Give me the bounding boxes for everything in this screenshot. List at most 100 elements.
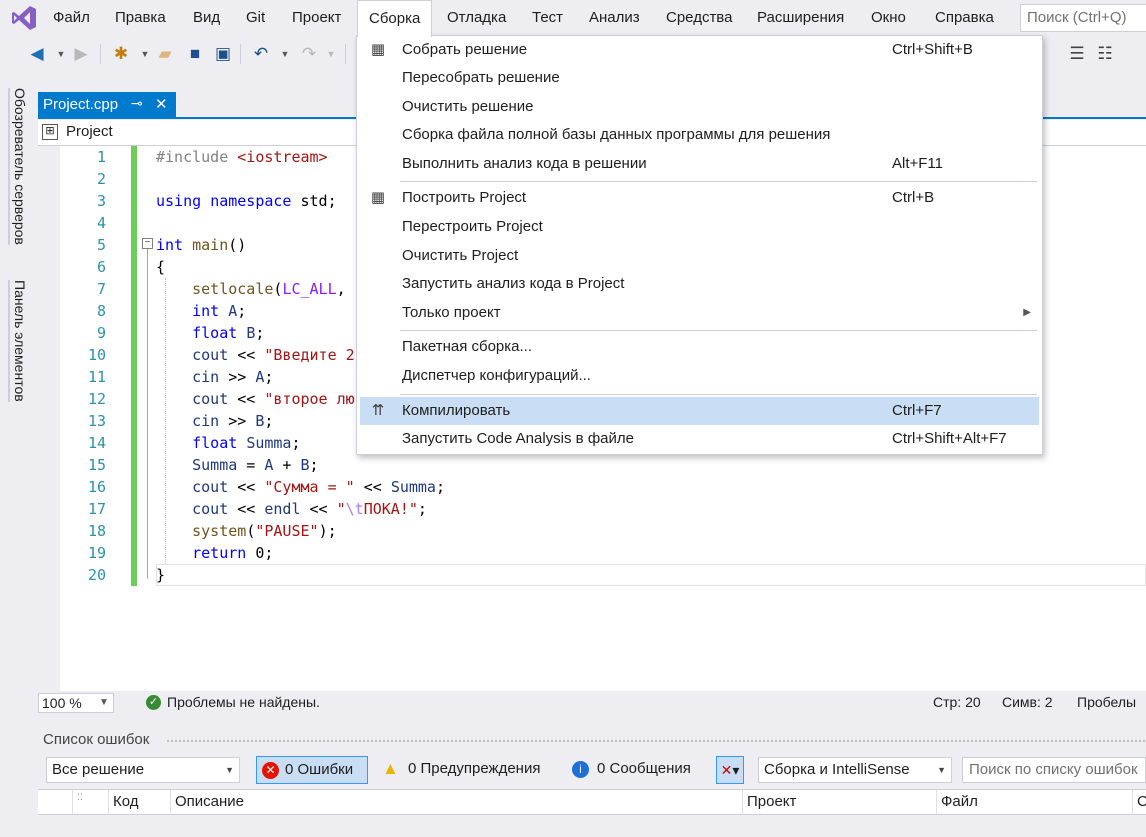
- build-project-icon: ▦: [370, 189, 386, 207]
- save-icon[interactable]: ■: [184, 42, 206, 66]
- menu-separator: [400, 330, 1037, 332]
- toolbox-tab[interactable]: Панель элементов: [8, 280, 28, 402]
- code-line[interactable]: float B;: [156, 322, 264, 344]
- menu-debug[interactable]: Отладка: [447, 0, 506, 36]
- menu-help[interactable]: Справка: [935, 0, 994, 36]
- warnings-count: 0 Предупреждения: [408, 760, 541, 777]
- issues-status[interactable]: Проблемы не найдены.: [167, 694, 320, 710]
- undo-dropdown-icon[interactable]: ▼: [274, 42, 296, 66]
- code-line[interactable]: using namespace std;: [156, 190, 337, 212]
- menu-project[interactable]: Проект: [292, 0, 341, 36]
- build-menu-item[interactable]: ▦ Построить Project Ctrl+B: [360, 184, 1039, 212]
- menu-analyze[interactable]: Анализ: [589, 0, 640, 36]
- uncomment-lines-icon[interactable]: ☷: [1094, 42, 1116, 66]
- visual-studio-logo-icon[interactable]: [10, 4, 38, 32]
- code-line[interactable]: cout << "Введите 2: [156, 344, 355, 366]
- column-more[interactable]: С: [1132, 790, 1146, 814]
- code-line[interactable]: int A;: [156, 300, 246, 322]
- redo-dropdown-icon[interactable]: ▼: [320, 42, 342, 66]
- menu-build[interactable]: Сборка: [357, 0, 433, 37]
- menu-extensions[interactable]: Расширения: [757, 0, 844, 36]
- compile-icon: ⇈: [371, 401, 385, 419]
- close-icon[interactable]: ✕: [155, 95, 168, 113]
- code-line[interactable]: return 0;: [156, 542, 273, 564]
- code-line[interactable]: #include <iostream>: [156, 146, 328, 168]
- error-search-input[interactable]: Поиск по списку ошибок: [962, 757, 1146, 783]
- line-number: 5: [96, 236, 106, 254]
- build-menu-item[interactable]: Запустить анализ кода в Project: [360, 270, 1039, 298]
- save-all-icon[interactable]: ▣: [212, 42, 234, 66]
- code-line[interactable]: cout << "второе лю: [156, 388, 355, 410]
- build-menu-item[interactable]: Очистить Project: [360, 242, 1039, 270]
- server-explorer-tab[interactable]: Обозреватель серверов: [8, 88, 28, 245]
- errors-filter-button[interactable]: ✕ 0 Ошибки: [256, 756, 368, 784]
- line-number: 16: [87, 478, 106, 496]
- build-menu-item[interactable]: Перестроить Project: [360, 213, 1039, 241]
- forward-icon[interactable]: ▶: [70, 42, 92, 66]
- code-line[interactable]: cin >> B;: [156, 410, 273, 432]
- error-icon: ✕: [262, 762, 279, 779]
- code-line[interactable]: setlocale(LC_ALL,: [156, 278, 346, 300]
- build-menu-item[interactable]: Очистить решение: [360, 93, 1039, 121]
- line-number: 3: [96, 192, 106, 210]
- project-scope-dropdown[interactable]: Project: [66, 123, 113, 140]
- code-line[interactable]: cout << "Сумма = " << Summa;: [156, 476, 445, 498]
- code-line[interactable]: }: [156, 564, 165, 586]
- code-line[interactable]: {: [156, 256, 165, 278]
- menu-file[interactable]: Файл: [53, 0, 90, 36]
- messages-filter-button[interactable]: i 0 Сообщения: [572, 756, 702, 784]
- menu-test[interactable]: Тест: [532, 0, 563, 36]
- redo-icon[interactable]: ↷: [298, 42, 320, 66]
- new-item-icon[interactable]: ✱: [110, 42, 132, 66]
- menu-item-label: Запустить анализ кода в Project: [402, 275, 625, 293]
- menu-edit[interactable]: Правка: [115, 0, 166, 36]
- code-line[interactable]: cout << endl << "\tПОКА!";: [156, 498, 427, 520]
- open-folder-icon[interactable]: ▰: [154, 42, 176, 66]
- undo-icon[interactable]: ↶: [250, 42, 272, 66]
- pin-icon[interactable]: ⊸: [131, 95, 143, 112]
- source-dropdown[interactable]: Сборка и IntelliSense ▼: [758, 757, 952, 783]
- code-line[interactable]: int main(): [156, 234, 246, 256]
- build-menu-item[interactable]: ⇈ Компилировать Ctrl+F7: [360, 396, 1039, 425]
- build-menu-item[interactable]: Сборка файла полной базы данных программ…: [360, 121, 1039, 149]
- zoom-dropdown[interactable]: 100 % ▼: [38, 693, 114, 713]
- menu-item-label: Запустить Code Analysis в файле: [402, 430, 634, 448]
- menu-tools[interactable]: Средства: [666, 0, 732, 36]
- comment-lines-icon[interactable]: ☰: [1066, 42, 1088, 66]
- filter-icon[interactable]: ✕▾: [716, 756, 744, 784]
- global-search-input[interactable]: Поиск (Ctrl+Q): [1020, 4, 1146, 32]
- code-line[interactable]: system("PAUSE");: [156, 520, 337, 542]
- messages-count: 0 Сообщения: [597, 760, 691, 777]
- line-number: 17: [87, 500, 106, 518]
- column-file[interactable]: Файл: [936, 790, 1132, 814]
- menu-view[interactable]: Вид: [193, 0, 220, 36]
- menu-window[interactable]: Окно: [871, 0, 906, 36]
- error-table-header: ⁚⁚ Код Описание Проект Файл С: [38, 789, 1146, 815]
- build-menu-item[interactable]: Диспетчер конфигураций...: [360, 362, 1039, 390]
- back-dropdown-icon[interactable]: ▼: [50, 42, 72, 66]
- document-tab[interactable]: Project.cpp ⊸ ✕: [38, 92, 176, 118]
- build-menu-item[interactable]: Запустить Code Analysis в файле Ctrl+Shif…: [360, 425, 1039, 453]
- build-menu-item[interactable]: ▦ Собрать решение Ctrl+Shift+B: [360, 36, 1039, 64]
- collapse-icon[interactable]: −: [142, 238, 153, 249]
- new-dropdown-icon[interactable]: ▼: [134, 42, 156, 66]
- build-menu-item[interactable]: Пакетная сборка...: [360, 333, 1039, 361]
- build-menu-item[interactable]: Пересобрать решение: [360, 64, 1039, 92]
- code-line[interactable]: cin >> A;: [156, 366, 273, 388]
- menu-item-shortcut: Alt+F11: [892, 154, 943, 172]
- build-menu-item[interactable]: Только проект ▶: [360, 299, 1039, 327]
- errors-count: 0 Ошибки: [285, 761, 354, 778]
- grip-icon[interactable]: ⁚⁚: [72, 790, 108, 814]
- column-project[interactable]: Проект: [742, 790, 936, 814]
- menu-git[interactable]: Git: [246, 0, 265, 36]
- scope-dropdown[interactable]: Все решение ▼: [46, 757, 240, 783]
- warnings-filter-button[interactable]: ▲ 0 Предупреждения: [382, 756, 552, 784]
- column-code[interactable]: Код: [108, 790, 170, 814]
- code-line[interactable]: Summa = A + B;: [156, 454, 318, 476]
- column-description[interactable]: Описание: [170, 790, 742, 814]
- menu-item-label: Очистить решение: [402, 97, 534, 115]
- build-menu-item[interactable]: Выполнить анализ кода в решении Alt+F11: [360, 150, 1039, 178]
- code-line[interactable]: float Summa;: [156, 432, 300, 454]
- back-icon[interactable]: ◀: [26, 42, 48, 66]
- whitespace-indicator[interactable]: Пробелы: [1077, 694, 1136, 710]
